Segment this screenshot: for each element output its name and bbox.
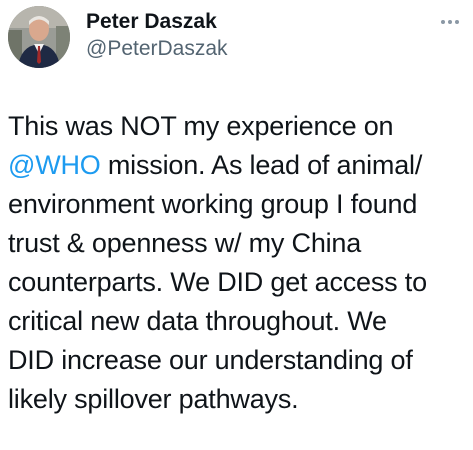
tweet-line-text: mission. As lead of animal/ xyxy=(100,150,423,180)
tweet-line-text: counterparts. We DID get access to xyxy=(8,267,427,297)
tweet-line: critical new data throughout. We xyxy=(8,302,466,341)
tweet: Peter Daszak @PeterDaszak This was NOT m… xyxy=(0,0,473,450)
tweet-line-text: likely spillover pathways. xyxy=(8,384,299,414)
tweet-text: This was NOT my experience on @WHO missi… xyxy=(8,107,466,419)
tweet-header: Peter Daszak @PeterDaszak xyxy=(8,6,466,68)
tweet-line-text: critical new data throughout. We xyxy=(8,306,387,336)
tweet-line: environment working group I found xyxy=(8,185,466,224)
tweet-line: @WHO mission. As lead of animal/ xyxy=(8,146,466,185)
mention-link[interactable]: @WHO xyxy=(8,150,101,180)
tweet-line-text: environment working group I found xyxy=(8,189,418,219)
author-names: Peter Daszak @PeterDaszak xyxy=(86,10,228,62)
tweet-line: DID increase our understanding of xyxy=(8,341,466,380)
more-horizontal-icon[interactable] xyxy=(436,14,464,30)
dot-icon xyxy=(441,20,445,24)
avatar-photo xyxy=(8,6,70,68)
dot-icon xyxy=(448,20,452,24)
tweet-line-text: trust & openness w/ my China xyxy=(8,228,362,258)
user-handle[interactable]: @PeterDaszak xyxy=(86,36,228,62)
tweet-line: counterparts. We DID get access to xyxy=(8,263,466,302)
dot-icon xyxy=(455,20,459,24)
tweet-line-text: This was NOT my experience on xyxy=(8,111,394,141)
tweet-line: likely spillover pathways. xyxy=(8,380,466,419)
tweet-line-text: DID increase our understanding of xyxy=(8,345,413,375)
avatar[interactable] xyxy=(8,6,70,68)
tweet-line: trust & openness w/ my China xyxy=(8,224,466,263)
tweet-line: This was NOT my experience on xyxy=(8,107,466,146)
display-name[interactable]: Peter Daszak xyxy=(86,10,228,34)
